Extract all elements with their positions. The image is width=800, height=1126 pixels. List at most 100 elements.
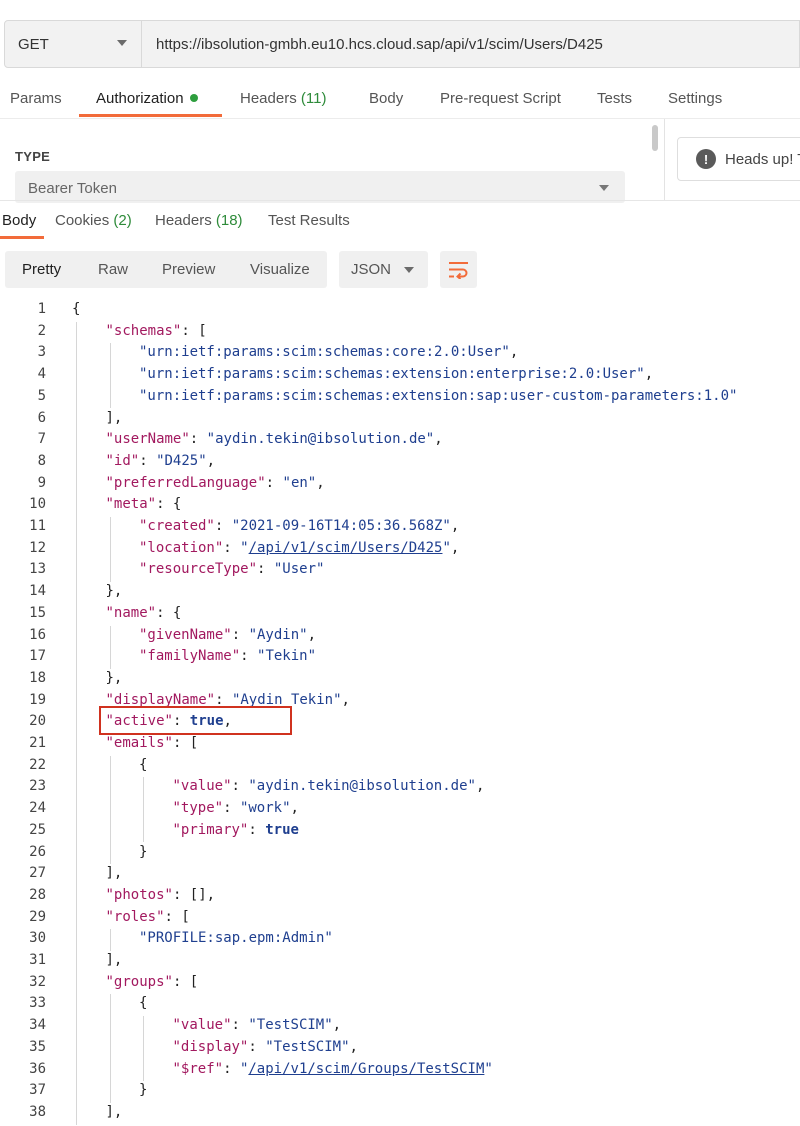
code-line: 4 "urn:ietf:params:scim:schemas:extension… <box>0 364 800 386</box>
format-select[interactable]: JSON <box>339 251 428 288</box>
code-token: : [ <box>172 973 199 990</box>
method-select[interactable]: GET <box>4 20 142 68</box>
code-token: , <box>307 626 317 643</box>
auth-type-select[interactable]: Bearer Token <box>15 171 625 203</box>
code-line: 36 "$ref": "/api/v1/scim/Groups/TestSCIM" <box>0 1059 800 1081</box>
code-text: ], <box>106 1104 123 1120</box>
code-text: "urn:ietf:params:scim:schemas:extension:… <box>139 388 737 404</box>
line-number: 19 <box>29 691 46 708</box>
tab-tests[interactable]: Tests <box>597 90 632 107</box>
code-token: }, <box>105 583 123 600</box>
code-token: : [ <box>164 908 190 925</box>
code-text: "familyName": "Tekin" <box>139 648 316 664</box>
line-number: 8 <box>37 452 46 469</box>
tab-params[interactable]: Params <box>10 90 62 107</box>
tab-headers[interactable]: Headers (11) <box>240 90 326 107</box>
code-token: "value" <box>172 778 232 795</box>
code-token: : { <box>156 496 182 513</box>
code-text: "givenName": "Aydin", <box>139 627 316 643</box>
tab-response-headers[interactable]: Headers (18) <box>155 212 243 229</box>
panel-scrollbar[interactable] <box>652 125 658 151</box>
tab-prerequest-script[interactable]: Pre-request Script <box>440 90 561 107</box>
code-text: "roles": [ <box>106 909 190 925</box>
code-line: 30 "PROFILE:sap.epm:Admin" <box>0 928 800 950</box>
code-text: "schemas": [ <box>106 323 207 339</box>
code-token: : <box>240 648 258 665</box>
code-line: 13 "resourceType": "User" <box>0 559 800 581</box>
code-line: 26} <box>0 842 800 864</box>
code-line: 33 { <box>0 993 800 1015</box>
code-token: : <box>223 1060 240 1077</box>
visualize-button[interactable]: Visualize <box>250 261 310 278</box>
tab-authorization-label: Authorization <box>96 90 184 107</box>
tab-headers-label: Headers <box>240 90 297 107</box>
code-token: "meta" <box>105 496 157 513</box>
code-token: "roles" <box>105 908 165 925</box>
tab-settings[interactable]: Settings <box>668 90 722 107</box>
panel-divider <box>664 119 665 201</box>
tab-cookies-count: (2) <box>113 212 132 229</box>
code-token: } <box>139 843 148 860</box>
code-line: 22 { <box>0 755 800 777</box>
code-token: "$ref" <box>172 1060 224 1077</box>
code-token: "aydin.tekin@ibsolution.de" <box>248 778 476 795</box>
tab-body[interactable]: Body <box>369 90 403 107</box>
wrap-lines-button[interactable] <box>440 251 477 288</box>
line-number: 13 <box>29 561 46 578</box>
code-token: : [], <box>172 886 216 903</box>
line-number: 38 <box>29 1103 46 1120</box>
indent-guide <box>109 343 111 409</box>
line-number: 28 <box>29 886 46 903</box>
tab-cookies[interactable]: Cookies (2) <box>55 212 132 229</box>
code-token: : <box>265 474 283 491</box>
line-number: 25 <box>29 821 46 838</box>
tab-response-body[interactable]: Body <box>2 212 36 229</box>
code-text: { <box>139 995 147 1011</box>
code-line: 38], <box>0 1102 800 1124</box>
code-text: "display": "TestSCIM", <box>173 1039 358 1055</box>
code-token: "TestSCIM" <box>248 1017 333 1034</box>
code-token: " <box>484 1060 493 1077</box>
code-token: "resourceType" <box>139 561 258 578</box>
format-value: JSON <box>351 261 392 278</box>
code-token: "en" <box>282 474 317 491</box>
code-text: "created": "2021-09-16T14:05:36.568Z", <box>139 518 459 534</box>
code-token: "Aydin" <box>248 626 308 643</box>
code-text: { <box>139 757 147 773</box>
code-line: 6], <box>0 408 800 430</box>
line-number: 34 <box>29 1017 46 1034</box>
line-number: 4 <box>37 366 46 383</box>
code-token: "PROFILE:sap.epm:Admin" <box>139 930 333 947</box>
code-text: "value": "TestSCIM", <box>173 1017 342 1033</box>
code-token: /api/v1/scim/Users/D425 <box>248 539 443 556</box>
code-text: "resourceType": "User" <box>139 561 324 577</box>
preview-button[interactable]: Preview <box>162 261 215 278</box>
code-token: : <box>223 539 241 556</box>
code-line: 18}, <box>0 668 800 690</box>
code-token: , <box>644 366 654 383</box>
code-line: 11 "created": "2021-09-16T14:05:36.568Z", <box>0 516 800 538</box>
line-number: 21 <box>29 735 46 751</box>
line-number: 1 <box>37 301 46 317</box>
code-line: 37} <box>0 1080 800 1102</box>
url-input[interactable]: https://ibsolution-gmbh.eu10.hcs.cloud.s… <box>142 20 800 68</box>
code-token: "urn:ietf:params:scim:schemas:core:2.0:U… <box>139 344 510 361</box>
tab-authorization[interactable]: Authorization <box>96 90 198 107</box>
line-number: 33 <box>29 995 46 1012</box>
line-number: 20 <box>29 713 46 730</box>
code-token: { <box>139 756 148 773</box>
code-token: "D425" <box>156 452 207 469</box>
line-number: 2 <box>37 322 46 339</box>
request-tabs: Params Authorization Headers (11) Body P… <box>0 82 800 118</box>
indent-guide <box>109 755 111 865</box>
tab-test-results[interactable]: Test Results <box>268 212 350 229</box>
code-line: 12 "location": "/api/v1/scim/Users/D425", <box>0 538 800 560</box>
tab-response-headers-label: Headers <box>155 212 212 229</box>
pretty-button[interactable]: Pretty <box>22 261 61 278</box>
code-line: 7 "userName": "aydin.tekin@ibsolution.de"… <box>0 429 800 451</box>
raw-button[interactable]: Raw <box>98 261 128 278</box>
heads-up-notice: ! Heads up! T <box>677 137 800 181</box>
code-token: "photos" <box>105 886 173 903</box>
line-number: 15 <box>29 604 46 621</box>
code-token: "urn:ietf:params:scim:schemas:extension:… <box>139 387 738 404</box>
